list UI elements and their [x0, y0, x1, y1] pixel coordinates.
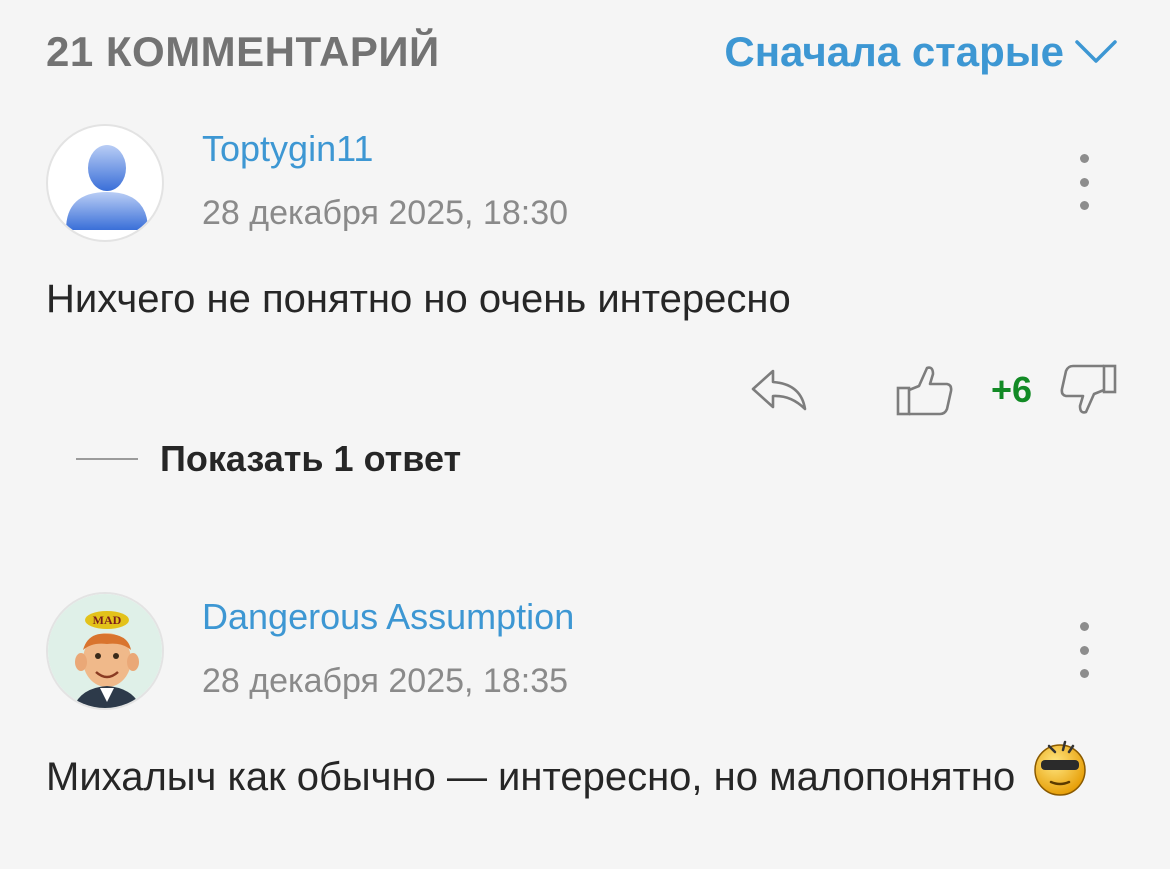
default-user-avatar-icon — [66, 145, 148, 230]
comment-date: 28 декабря 2025, 18:30 — [202, 194, 569, 232]
menu-dot — [1079, 154, 1089, 163]
comments-header: 21 КОММЕНТАРИЙ Сначала старые — [46, 22, 1118, 82]
more-options-button[interactable] — [1066, 622, 1102, 678]
menu-dot — [1079, 201, 1089, 210]
comment-header: MAD Dangerous Assumption 28 декабря 2025… — [46, 592, 1118, 712]
show-replies-button[interactable]: Показать 1 ответ — [76, 438, 461, 480]
user-avatar[interactable]: MAD — [46, 592, 164, 710]
mad-magazine-avatar-icon: MAD — [48, 594, 162, 708]
comment-text: Михалыч как обычно — интересно, но малоп… — [46, 736, 1118, 816]
reply-icon[interactable] — [749, 365, 809, 415]
user-avatar[interactable] — [46, 124, 164, 242]
comment-text-content: Михалыч как обычно — интересно, но малоп… — [46, 755, 1016, 799]
show-replies-label: Показать 1 ответ — [160, 438, 462, 479]
cool-smiley-emoji-icon — [1029, 736, 1091, 816]
comment-author[interactable]: Dangerous Assumption — [202, 596, 574, 638]
comment-rating: +6 — [990, 369, 1032, 410]
thumbs-up-icon[interactable] — [895, 362, 955, 418]
more-options-button[interactable] — [1066, 154, 1102, 210]
comment-item: Toptygin11 28 декабря 2025, 18:30 Нихчег… — [46, 124, 1118, 484]
menu-dot — [1079, 669, 1089, 678]
comment-header: Toptygin11 28 декабря 2025, 18:30 — [46, 124, 1118, 244]
chevron-down-icon — [1074, 38, 1118, 66]
comment-item: MAD Dangerous Assumption 28 декабря 2025… — [46, 592, 1118, 862]
comment-author[interactable]: Toptygin11 — [202, 128, 373, 170]
sort-dropdown[interactable]: Сначала старые — [724, 28, 1118, 76]
svg-text:MAD: MAD — [93, 613, 122, 627]
sort-label: Сначала старые — [724, 28, 1064, 75]
divider-line — [76, 458, 138, 460]
menu-dot — [1079, 645, 1089, 655]
menu-dot — [1079, 622, 1089, 631]
comment-text: Нихчего не понятно но очень интересно — [46, 277, 791, 321]
comment-actions: +6 — [749, 362, 1118, 418]
thumbs-down-icon[interactable] — [1058, 362, 1118, 418]
comments-count-title: 21 КОММЕНТАРИЙ — [46, 28, 440, 75]
comment-date: 28 декабря 2025, 18:35 — [202, 662, 569, 700]
menu-dot — [1079, 177, 1089, 187]
